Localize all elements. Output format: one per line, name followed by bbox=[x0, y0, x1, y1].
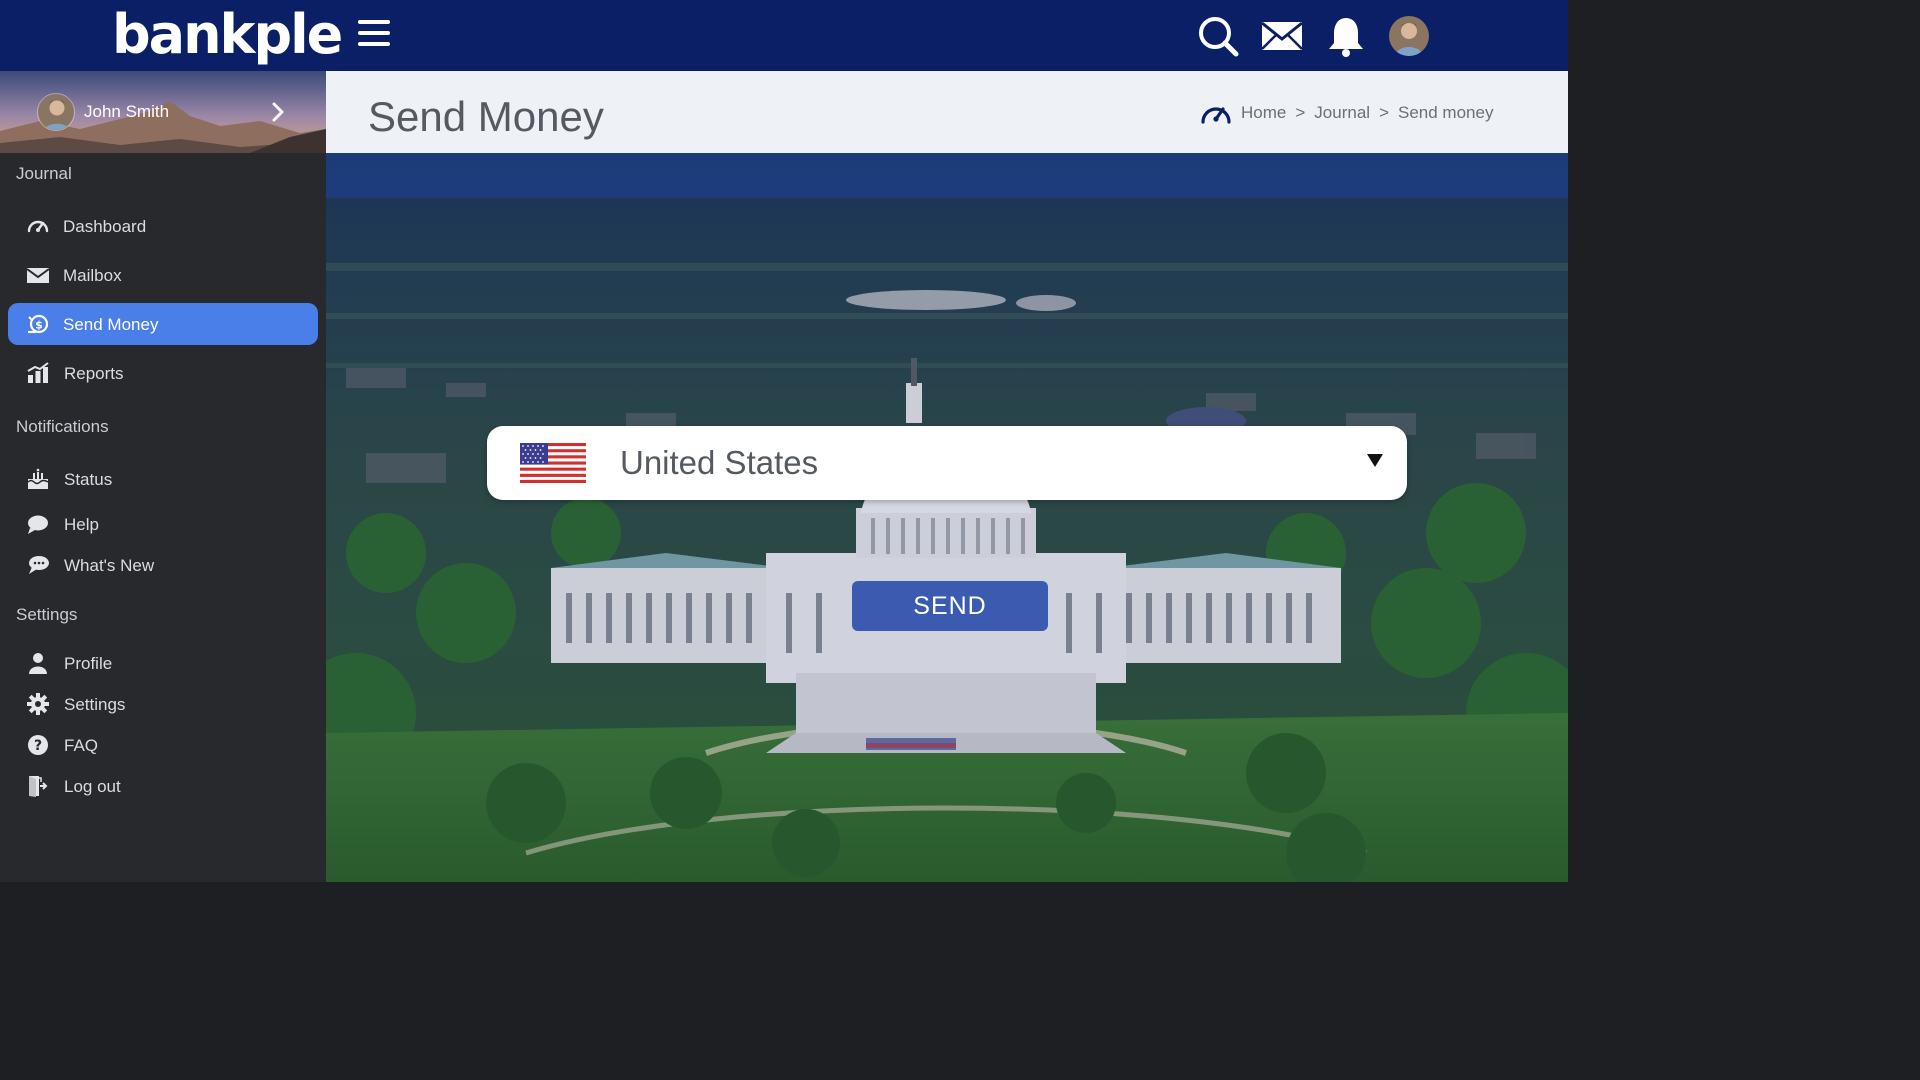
sidebar-item-label: FAQ bbox=[64, 736, 99, 755]
sidebar-item-faq[interactable]: ? FAQ bbox=[8, 724, 318, 766]
speedometer-icon bbox=[26, 215, 50, 237]
send-button[interactable]: SEND bbox=[852, 581, 1048, 631]
logout-icon bbox=[26, 775, 50, 797]
sidebar-item-label: Mailbox bbox=[63, 266, 122, 285]
country-select[interactable]: United States bbox=[487, 426, 1407, 500]
gear-icon bbox=[26, 693, 50, 715]
section-title-notifications: Notifications bbox=[16, 417, 109, 436]
country-select-value: United States bbox=[620, 444, 819, 481]
sidebar-item-logout[interactable]: Log out bbox=[8, 765, 318, 807]
section-title-journal: Journal bbox=[16, 164, 72, 183]
breadcrumb-separator: > bbox=[1295, 103, 1306, 122]
sidebar-item-reports[interactable]: Reports bbox=[8, 352, 318, 394]
top-navbar: bankple bbox=[0, 0, 1568, 71]
breadcrumb-journal[interactable]: Journal bbox=[1314, 103, 1370, 123]
sidebar-item-label: Reports bbox=[64, 364, 124, 383]
sidebar-item-send-money[interactable]: $ Send Money bbox=[8, 303, 318, 345]
us-flag-icon bbox=[520, 443, 586, 483]
sidebar: John Smith Journal Dashboard Mailbox $ S… bbox=[0, 71, 326, 882]
bubbles-icon bbox=[26, 554, 50, 576]
hero-background: United States SEND bbox=[326, 153, 1568, 882]
chevron-right-icon[interactable] bbox=[268, 101, 288, 123]
page-title: Send Money bbox=[368, 93, 604, 140]
bankple-logo[interactable]: bankple bbox=[112, 6, 343, 64]
sidebar-item-label: Send Money bbox=[63, 315, 159, 334]
menu-toggle-icon[interactable] bbox=[358, 20, 390, 50]
mail-icon[interactable] bbox=[1260, 14, 1304, 58]
content-header: Send Money Home > Journal > Send money bbox=[326, 71, 1568, 153]
user-avatar bbox=[37, 93, 75, 131]
sidebar-item-label: Dashboard bbox=[63, 217, 147, 236]
sidebar-item-status[interactable]: Status bbox=[8, 458, 318, 500]
capitol-background-image bbox=[326, 153, 1568, 882]
sidebar-item-whats-new[interactable]: What's New bbox=[8, 544, 318, 586]
speedometer-icon bbox=[1201, 107, 1231, 124]
sidebar-item-label: What's New bbox=[64, 556, 155, 575]
person-icon bbox=[26, 652, 50, 674]
breadcrumb-home[interactable]: Home bbox=[1241, 103, 1286, 123]
sidebar-item-label: Log out bbox=[64, 777, 121, 796]
money-icon: $ bbox=[26, 313, 50, 335]
breadcrumb-separator: > bbox=[1379, 103, 1389, 122]
sidebar-item-dashboard[interactable]: Dashboard bbox=[8, 205, 318, 247]
question-icon: ? bbox=[26, 734, 50, 756]
user-card[interactable]: John Smith bbox=[0, 71, 326, 153]
svg-text:?: ? bbox=[34, 738, 42, 754]
sidebar-item-label: Status bbox=[64, 470, 113, 489]
user-avatar[interactable] bbox=[1389, 16, 1429, 56]
bell-icon[interactable] bbox=[1324, 14, 1368, 58]
breadcrumb-current: Send money bbox=[1398, 103, 1494, 122]
sidebar-item-profile[interactable]: Profile bbox=[8, 642, 318, 684]
chart-icon bbox=[26, 362, 50, 384]
user-name: John Smith bbox=[84, 102, 170, 121]
dropdown-arrow-icon[interactable] bbox=[1366, 452, 1384, 468]
cake-icon bbox=[26, 468, 50, 490]
sidebar-item-mailbox[interactable]: Mailbox bbox=[8, 254, 318, 296]
sidebar-item-settings[interactable]: Settings bbox=[8, 683, 318, 725]
chat-icon bbox=[26, 513, 50, 535]
breadcrumb: Home > Journal > Send money bbox=[1199, 99, 1493, 127]
sidebar-item-label: Settings bbox=[64, 695, 126, 714]
section-title-settings: Settings bbox=[16, 605, 78, 624]
mail-icon bbox=[26, 264, 50, 286]
sidebar-item-help[interactable]: Help bbox=[8, 503, 318, 545]
sidebar-item-label: Profile bbox=[64, 654, 113, 673]
sidebar-item-label: Help bbox=[64, 515, 99, 534]
svg-text:$: $ bbox=[35, 319, 43, 332]
search-icon[interactable] bbox=[1196, 14, 1240, 58]
